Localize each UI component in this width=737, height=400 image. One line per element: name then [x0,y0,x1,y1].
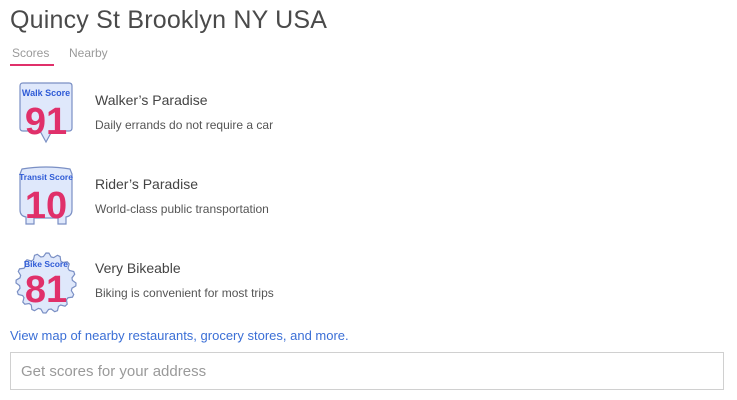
tab-nearby[interactable]: Nearby [69,46,108,60]
walk-score-badge-icon[interactable]: Walk Score 91 [14,82,78,146]
score-description: Walker’s Paradise [95,92,208,108]
badge-score-value: 10 [25,185,67,227]
nearby-map-link[interactable]: View map of nearby restaurants, grocery … [10,328,349,343]
bike-score-badge-icon[interactable]: Bike Score 81 [14,250,78,314]
walk-score-row: Walk Score 91 Walker’s Paradise Daily er… [14,82,714,146]
score-subtext: Biking is convenient for most trips [95,286,274,300]
badge-label: Transit Score [19,172,73,182]
bike-score-row: Bike Score 81 Very Bikeable Biking is co… [14,250,714,314]
badge-score-value: 91 [25,101,67,143]
score-description: Rider’s Paradise [95,176,198,192]
transit-score-badge-icon[interactable]: Transit Score 10 [14,166,78,230]
badge-label: Walk Score [22,88,70,98]
score-subtext: World-class public transportation [95,202,269,216]
score-subtext: Daily errands do not require a car [95,118,274,132]
address-search-input[interactable] [10,352,724,390]
bike-score-text: Very Bikeable Biking is convenient for m… [95,260,274,300]
page-title: Quincy St Brooklyn NY USA [10,6,328,34]
badge-score-value: 81 [25,269,67,311]
active-tab-indicator [10,64,54,66]
transit-score-text: Rider’s Paradise World-class public tran… [95,176,269,216]
transit-score-row: Transit Score 10 Rider’s Paradise World-… [14,166,714,230]
walk-score-text: Walker’s Paradise Daily errands do not r… [95,92,273,132]
badge-label: Bike Score [24,259,68,269]
score-description: Very Bikeable [95,260,181,276]
tab-scores[interactable]: Scores [12,46,49,60]
